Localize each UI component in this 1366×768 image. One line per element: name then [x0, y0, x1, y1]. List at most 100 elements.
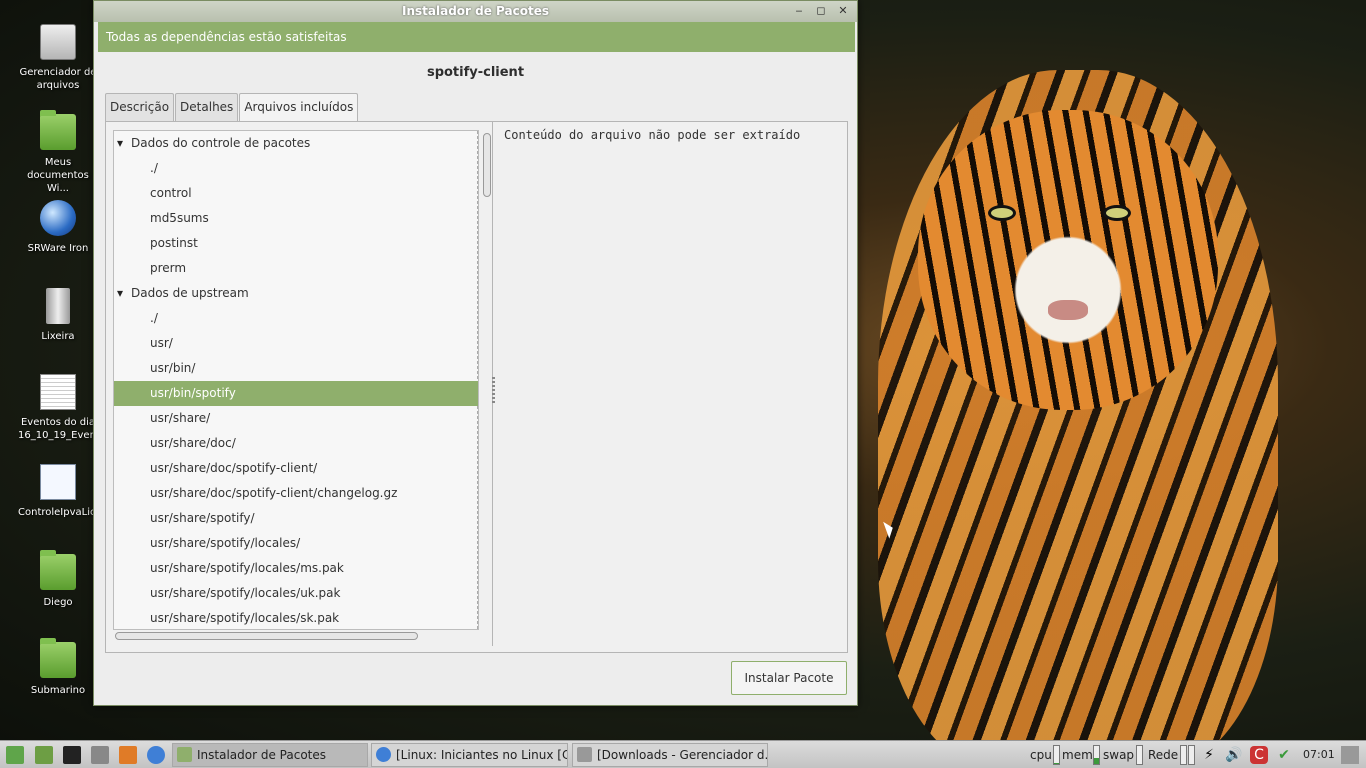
tree-file-row[interactable]: usr/ [114, 331, 478, 356]
desktop-icon[interactable]: Lixeira [18, 288, 98, 343]
tab-detalhes[interactable]: Detalhes [175, 93, 239, 121]
desktop-icon-label: Lixeira [41, 331, 75, 342]
tree-file-row[interactable]: usr/bin/ [114, 356, 478, 381]
desktop-icon[interactable]: Eventos do dia 16_10_19_Event... [18, 374, 110, 442]
desktop-icon[interactable]: Submarino [18, 638, 98, 697]
task-instalador[interactable]: Instalador de Pacotes [172, 743, 368, 767]
tiger-face [918, 110, 1218, 410]
network-label: Rede [1148, 748, 1179, 762]
task-label: Instalador de Pacotes [197, 748, 326, 762]
folder-icon [40, 110, 76, 150]
file-manager-icon[interactable] [91, 746, 109, 764]
clock[interactable]: 07:01 [1303, 741, 1335, 768]
desktop-icon-label: Eventos do dia 16_10_19_Event... [18, 417, 110, 441]
drive-icon [40, 24, 76, 60]
cpu-label: cpu [1030, 748, 1052, 762]
swap-label: swap [1103, 748, 1135, 762]
tiger-nose [1048, 300, 1088, 320]
swap-meter [1136, 745, 1143, 765]
maximize-icon[interactable]: ◻ [813, 3, 829, 19]
tree-group-row[interactable]: Dados de upstream [114, 281, 478, 306]
tree-file-row[interactable]: usr/share/doc/ [114, 431, 478, 456]
tree-file-row[interactable]: control [114, 181, 478, 206]
taskbar: Instalador de Pacotes [Linux: Iniciantes… [0, 740, 1366, 768]
tab-descricao[interactable]: Descrição [105, 93, 175, 121]
package-name: spotify-client [426, 65, 525, 80]
tree-file-row[interactable]: prerm [114, 256, 478, 281]
desktop-icon-label: Submarino [30, 685, 86, 696]
spreadsheet-icon [40, 374, 76, 410]
desktop-icon[interactable]: Diego [18, 550, 98, 609]
network-meter [1188, 745, 1195, 765]
tree-file-row[interactable]: md5sums [114, 206, 478, 231]
tree-file-row[interactable]: usr/share/spotify/locales/ms.pak [114, 556, 478, 581]
browser-icon[interactable] [147, 746, 165, 764]
close-icon[interactable]: ✕ [835, 3, 851, 19]
tiger-eye [988, 205, 1016, 221]
task-label: [Linux: Iniciantes no Linux [C... [396, 748, 568, 762]
horizontal-scroll-thumb[interactable] [115, 632, 418, 640]
menu-icon[interactable] [6, 746, 24, 764]
network-meter [1180, 745, 1187, 765]
window-controls: ‒ ◻ ✕ [791, 3, 851, 19]
desktop-icon-label: ControleIpvaLicenca2020.odt [18, 507, 165, 518]
desktop-icon[interactable]: Meus documentos Wi... [18, 110, 98, 195]
tree-group-row[interactable]: Dados do controle de pacotes [114, 131, 478, 156]
folder-icon [40, 550, 76, 590]
tab-arquivos-incluidos[interactable]: Arquivos incluídos [239, 93, 359, 122]
task-label: [Downloads - Gerenciador d... [597, 748, 768, 762]
browser-icon [40, 200, 76, 236]
vertical-scroll-thumb[interactable] [483, 133, 491, 197]
task-linux-forum[interactable]: [Linux: Iniciantes no Linux [C... [371, 743, 568, 767]
dependency-status-bar: Todas as dependências estão satisfeitas [98, 22, 855, 52]
install-package-button[interactable]: Instalar Pacote [731, 661, 847, 695]
desktop-icon[interactable]: Gerenciador de arquivos [18, 24, 98, 92]
files-panel: Dados do controle de pacotes./controlmd5… [105, 121, 848, 653]
mem-label: mem [1062, 748, 1093, 762]
desktop-icon-label: SRWare Iron [27, 243, 89, 254]
tree-file-row[interactable]: usr/share/doc/spotify-client/changelog.g… [114, 481, 478, 506]
shield-icon[interactable]: C [1250, 746, 1268, 764]
minimize-icon[interactable]: ‒ [791, 3, 807, 19]
package-icon [177, 747, 192, 762]
tree-file-row[interactable]: usr/share/spotify/locales/ [114, 531, 478, 556]
folder-icon [577, 747, 592, 762]
tree-horizontal-scrollbar[interactable] [113, 630, 479, 642]
firefox-icon[interactable] [119, 746, 137, 764]
pane-splitter-handle[interactable] [492, 377, 495, 403]
tree-file-row[interactable]: usr/share/spotify/locales/sk.pak [114, 606, 478, 629]
network-icon[interactable]: ⚡ [1200, 746, 1218, 764]
terminal-icon[interactable] [63, 746, 81, 764]
desktop-icon-label: Diego [43, 597, 73, 608]
package-installer-window: Instalador de Pacotes ‒ ◻ ✕ Todas as dep… [93, 0, 858, 706]
tree-file-row[interactable]: usr/bin/spotify [114, 381, 478, 406]
tree-file-row[interactable]: postinst [114, 231, 478, 256]
update-manager-icon[interactable]: ✔ [1275, 746, 1293, 764]
trash-icon [46, 288, 70, 324]
window-title: Instalador de Pacotes [402, 4, 549, 18]
tree-file-row[interactable]: usr/share/spotify/locales/uk.pak [114, 581, 478, 606]
show-desktop-icon[interactable] [35, 746, 53, 764]
show-desktop-button-icon[interactable] [1341, 746, 1359, 764]
browser-icon [376, 747, 391, 762]
cpu-meter [1053, 745, 1060, 765]
desktop-icon-label: Gerenciador de arquivos [19, 67, 97, 91]
tree-file-row[interactable]: ./ [114, 306, 478, 331]
file-tree: Dados do controle de pacotes./controlmd5… [113, 130, 479, 630]
task-downloads[interactable]: [Downloads - Gerenciador d... [572, 743, 768, 767]
tiger-eye [1103, 205, 1131, 221]
window-titlebar[interactable]: Instalador de Pacotes ‒ ◻ ✕ [94, 1, 857, 22]
tab-bar: Descrição Detalhes Arquivos incluídos [105, 93, 359, 122]
tree-file-row[interactable]: ./ [114, 156, 478, 181]
wallpaper-tiger [858, 0, 1366, 740]
tree-file-row[interactable]: usr/share/doc/spotify-client/ [114, 456, 478, 481]
tree-file-row[interactable]: usr/share/spotify/ [114, 506, 478, 531]
desktop-icon-label: Meus documentos Wi... [27, 157, 89, 194]
tree-file-row[interactable]: usr/share/ [114, 406, 478, 431]
desktop-icon[interactable]: ControleIpvaLicenca2020.odt [18, 464, 165, 519]
document-icon [40, 464, 76, 500]
file-content-message: Conteúdo do arquivo não pode ser extraíd… [504, 128, 801, 142]
desktop-icon[interactable]: SRWare Iron [18, 200, 98, 255]
folder-icon [40, 638, 76, 678]
volume-icon[interactable]: 🔊 [1225, 746, 1243, 764]
